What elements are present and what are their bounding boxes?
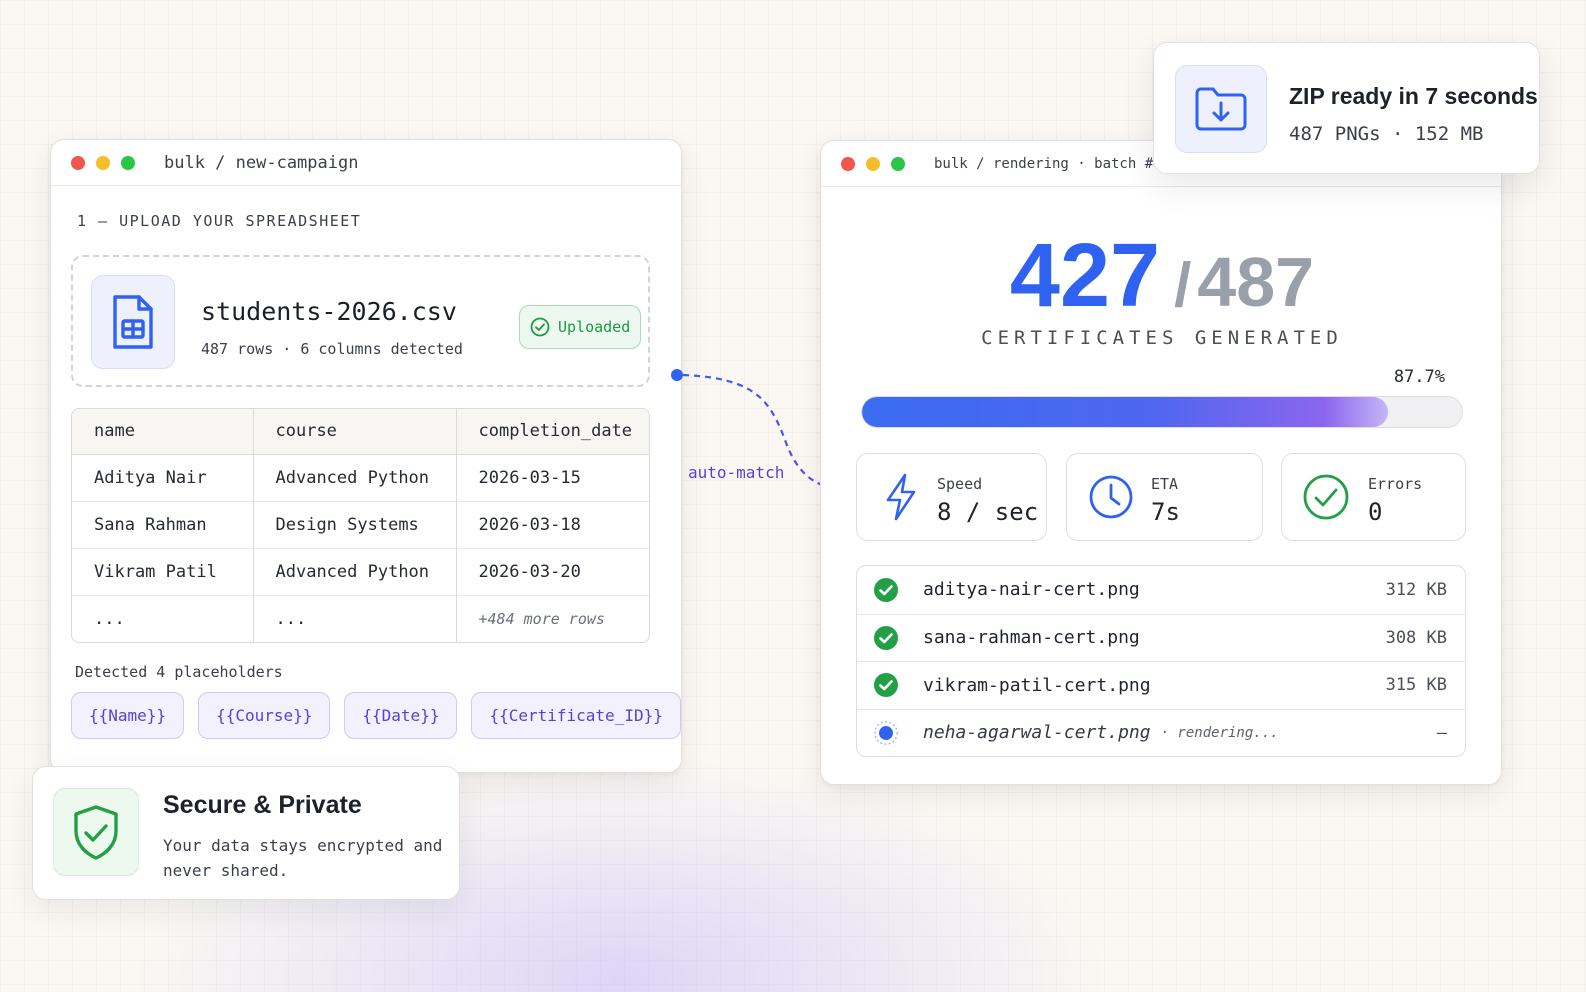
zip-card-subtitle: 487 PNGs · 152 MB: [1289, 123, 1484, 145]
check-circle-icon: [1302, 473, 1350, 521]
count-separator: /: [1174, 251, 1192, 320]
window-path: bulk / new-campaign: [164, 152, 359, 173]
spreadsheet-file-icon: [91, 275, 175, 369]
generated-label: CERTIFICATES GENERATED: [981, 327, 1343, 349]
minimize-window-button[interactable]: [866, 156, 880, 171]
file-name: sana-rahman-cert.png: [923, 627, 1140, 649]
placeholder-chip-course[interactable]: {{Course}}: [198, 692, 331, 739]
step-label: 1 — UPLOAD YOUR SPREADSHEET: [77, 212, 362, 230]
generated-count: 427: [1009, 226, 1161, 326]
zip-ready-card[interactable]: ZIP ready in 7 seconds 487 PNGs · 152 MB: [1153, 42, 1540, 174]
table-row: Sana Rahman Design Systems 2026-03-18: [72, 500, 649, 548]
file-name: vikram-patil-cert.png: [923, 674, 1151, 696]
column-header: completion_date: [455, 409, 649, 455]
placeholders-label: Detected 4 placeholders: [75, 663, 283, 681]
clock-icon: [1087, 473, 1135, 521]
table-cell: Sana Rahman: [72, 500, 253, 548]
file-name: aditya-nair-cert.png: [923, 579, 1140, 601]
eta-label: ETA: [1151, 475, 1179, 493]
spreadsheet-preview-table: name course completion_date Aditya Nair …: [71, 408, 650, 643]
table-cell: Design Systems: [252, 500, 456, 548]
check-circle-icon: [873, 577, 899, 603]
close-window-button[interactable]: [841, 156, 855, 171]
minimize-window-button[interactable]: [96, 155, 110, 170]
auto-match-label: auto-match: [688, 463, 785, 482]
more-rows-cell: +484 more rows: [455, 594, 649, 642]
column-header: name: [72, 409, 253, 455]
close-window-button[interactable]: [71, 155, 85, 170]
table-row-more: ... ... +484 more rows: [72, 594, 649, 642]
file-size: 315 KB: [1385, 675, 1447, 696]
table-cell: Advanced Python: [252, 453, 456, 501]
table-cell: 2026-03-18: [455, 500, 649, 548]
errors-stat-card: Errors 0: [1281, 453, 1466, 541]
table-cell: Vikram Patil: [72, 547, 253, 595]
maximize-window-button[interactable]: [121, 155, 135, 170]
secure-card-text: Your data stays encrypted and never shar…: [163, 836, 443, 880]
check-circle-icon: [873, 672, 899, 698]
file-size: —: [1436, 722, 1447, 743]
secure-card-title: Secure & Private: [163, 791, 362, 819]
table-row: Vikram Patil Advanced Python 2026-03-20: [72, 547, 649, 595]
table-cell: ...: [72, 594, 253, 642]
table-header-row: name course completion_date: [72, 409, 649, 455]
secure-private-card: Secure & Private Your data stays encrypt…: [32, 766, 460, 900]
eta-value: 7s: [1151, 498, 1180, 526]
errors-label: Errors: [1368, 475, 1423, 493]
eta-stat-card: ETA 7s: [1066, 453, 1263, 541]
column-header: course: [252, 409, 456, 455]
upload-dropzone[interactable]: students-2026.csv 487 rows · 6 columns d…: [71, 255, 650, 387]
generated-counter: 427/487: [821, 225, 1503, 328]
table-cell: Advanced Python: [252, 547, 456, 595]
uploaded-file-name: students-2026.csv: [201, 297, 457, 326]
list-item[interactable]: vikram-patil-cert.png 315 KB: [857, 661, 1465, 709]
placeholder-chip-name[interactable]: {{Name}}: [71, 692, 185, 739]
placeholder-chips: {{Name}} {{Course}} {{Date}} {{Certifica…: [71, 692, 681, 739]
total-count: 487: [1197, 243, 1315, 321]
progress-percent: 87.7%: [1393, 367, 1445, 387]
check-circle-icon: [530, 317, 550, 337]
rendered-files-list: aditya-nair-cert.png 312 KB sana-rahman-…: [856, 565, 1466, 757]
rendering-status-text: · rendering...: [1160, 724, 1279, 741]
progress-bar-fill: [862, 397, 1389, 427]
file-size: 308 KB: [1385, 627, 1447, 648]
table-cell: 2026-03-15: [455, 453, 649, 501]
errors-value: 0: [1368, 498, 1383, 526]
placeholder-chip-date[interactable]: {{Date}}: [344, 692, 458, 739]
progress-bar: [861, 396, 1463, 428]
shield-check-icon: [53, 788, 139, 876]
list-item[interactable]: aditya-nair-cert.png 312 KB: [857, 566, 1465, 614]
list-item[interactable]: neha-agarwal-cert.png · rendering... —: [857, 708, 1465, 757]
upload-window-titlebar: bulk / new-campaign: [51, 140, 681, 186]
table-cell: Aditya Nair: [72, 453, 253, 501]
table-cell: 2026-03-20: [455, 547, 649, 595]
uploaded-status-text: Uploaded: [558, 318, 631, 336]
speed-value: 8 / sec: [937, 498, 1039, 526]
upload-window: bulk / new-campaign 1 — UPLOAD YOUR SPRE…: [50, 139, 682, 773]
table-cell: ...: [252, 594, 456, 642]
speed-label: Speed: [937, 475, 983, 493]
list-item[interactable]: sana-rahman-cert.png 308 KB: [857, 613, 1465, 662]
file-name: neha-agarwal-cert.png: [923, 722, 1151, 744]
uploaded-file-meta: 487 rows · 6 columns detected: [201, 340, 463, 358]
file-size: 312 KB: [1385, 579, 1447, 600]
folder-download-icon: [1175, 65, 1267, 153]
maximize-window-button[interactable]: [891, 156, 905, 171]
rendering-window: bulk / rendering · batch #4821 427/487 C…: [820, 140, 1502, 785]
connector-start-dot: [671, 369, 683, 381]
rendering-spinner-icon: [873, 720, 899, 746]
zip-card-title: ZIP ready in 7 seconds: [1289, 83, 1538, 109]
placeholder-chip-certificate-id[interactable]: {{Certificate_ID}}: [471, 692, 681, 739]
table-row: Aditya Nair Advanced Python 2026-03-15: [72, 453, 649, 501]
speed-stat-card: Speed 8 / sec: [856, 453, 1047, 541]
window-path: bulk / rendering · batch #4821: [934, 155, 1187, 172]
check-circle-icon: [873, 625, 899, 651]
uploaded-status-badge: Uploaded: [519, 305, 642, 349]
lightning-icon: [877, 473, 925, 521]
